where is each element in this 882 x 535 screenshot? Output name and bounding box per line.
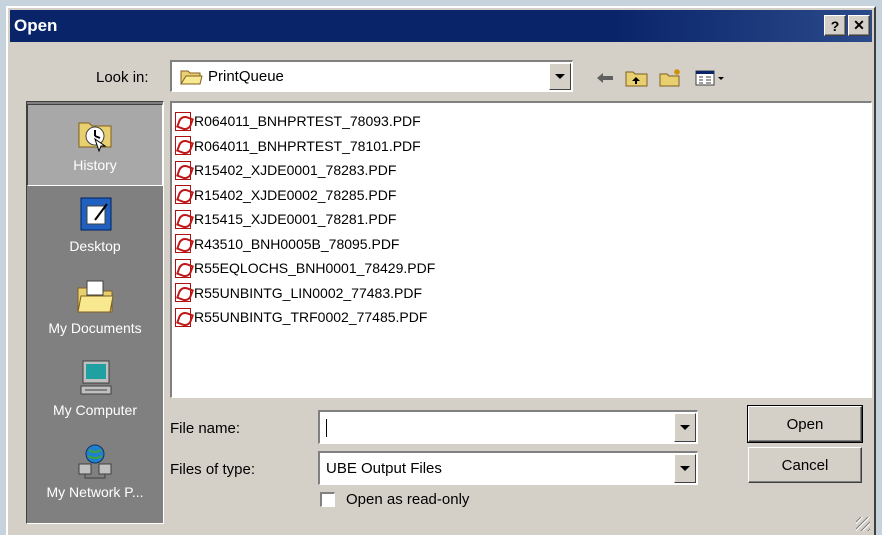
pdf-file-icon bbox=[175, 185, 191, 205]
file-item[interactable]: R15402_XJDE0002_78285.PDF bbox=[175, 183, 871, 208]
title-bar[interactable]: Open ? ✕ bbox=[10, 10, 872, 42]
pdf-file-icon bbox=[175, 258, 191, 278]
file-name-label: File name: bbox=[170, 420, 241, 437]
new-folder-icon bbox=[659, 69, 680, 87]
places-label-my-documents: My Documents bbox=[48, 320, 142, 336]
chevron-down-icon bbox=[680, 466, 690, 471]
file-item[interactable]: R43510_BNH0005B_78095.PDF bbox=[175, 232, 871, 257]
folder-icon bbox=[180, 70, 203, 84]
pdf-file-icon bbox=[175, 136, 191, 156]
places-label-my-computer: My Computer bbox=[52, 402, 138, 418]
file-name: R064011_BNHPRTEST_78093.PDF bbox=[194, 113, 421, 130]
file-item[interactable]: R15402_XJDE0001_78283.PDF bbox=[175, 158, 871, 183]
help-button[interactable]: ? bbox=[824, 15, 846, 36]
look-in-label: Look in: bbox=[96, 69, 149, 86]
file-item[interactable]: R55UNBINTG_LIN0002_77483.PDF bbox=[175, 281, 871, 306]
cancel-button[interactable]: Cancel bbox=[748, 447, 862, 483]
file-name-input[interactable] bbox=[318, 410, 698, 444]
up-one-level-button[interactable] bbox=[624, 68, 650, 88]
my-documents-icon bbox=[77, 280, 114, 313]
places-bar: History Desktop My Documents My Computer… bbox=[26, 101, 164, 524]
dialog-title: Open bbox=[14, 16, 58, 35]
file-item[interactable]: R55EQLOCHS_BNH0001_78429.PDF bbox=[175, 256, 871, 281]
file-name: R064011_BNHPRTEST_78101.PDF bbox=[194, 137, 421, 154]
my-computer-icon bbox=[80, 360, 112, 395]
pdf-file-icon bbox=[175, 209, 191, 229]
file-name: R55UNBINTG_TRF0002_77485.PDF bbox=[194, 309, 428, 326]
back-arrow-icon bbox=[597, 73, 613, 83]
chevron-down-icon bbox=[680, 425, 690, 430]
new-folder-button[interactable] bbox=[658, 68, 684, 88]
open-dialog: Open ? ✕ Look in: PrintQueue History Des… bbox=[6, 6, 876, 535]
file-list[interactable]: R064011_BNHPRTEST_78093.PDF R064011_BNHP… bbox=[170, 101, 872, 398]
read-only-checkbox[interactable] bbox=[320, 492, 335, 507]
file-item[interactable]: R55UNBINTG_TRF0002_77485.PDF bbox=[175, 305, 871, 330]
pdf-file-icon bbox=[175, 283, 191, 303]
chevron-down-icon bbox=[555, 74, 565, 79]
file-type-value: UBE Output Files bbox=[326, 460, 442, 477]
back-button[interactable] bbox=[594, 68, 616, 88]
places-item-my-network-places[interactable]: My Network P... bbox=[27, 432, 163, 514]
places-item-my-documents[interactable]: My Documents bbox=[27, 268, 163, 350]
file-name: R15402_XJDE0001_78283.PDF bbox=[194, 162, 397, 179]
file-name: R15415_XJDE0001_78281.PDF bbox=[194, 211, 397, 228]
history-icon bbox=[78, 122, 112, 153]
pdf-file-icon bbox=[175, 234, 191, 254]
file-type-label: Files of type: bbox=[170, 461, 256, 478]
file-item[interactable]: R064011_BNHPRTEST_78101.PDF bbox=[175, 134, 871, 159]
read-only-label: Open as read-only bbox=[346, 491, 470, 508]
view-menu-icon bbox=[695, 70, 724, 86]
places-label-my-network-places: My Network P... bbox=[46, 484, 144, 500]
my-network-places-icon bbox=[78, 444, 112, 479]
look-in-dropdown[interactable]: PrintQueue bbox=[170, 60, 573, 92]
open-button[interactable]: Open bbox=[747, 405, 863, 443]
close-button[interactable]: ✕ bbox=[848, 15, 870, 36]
file-name-dropdown-button[interactable] bbox=[674, 413, 696, 442]
places-item-my-computer[interactable]: My Computer bbox=[27, 350, 163, 432]
places-item-history[interactable]: History bbox=[27, 104, 163, 186]
file-name: R15402_XJDE0002_78285.PDF bbox=[194, 186, 397, 203]
pdf-file-icon bbox=[175, 111, 191, 131]
file-item[interactable]: R064011_BNHPRTEST_78093.PDF bbox=[175, 109, 871, 134]
view-menu-button[interactable] bbox=[694, 68, 728, 88]
file-type-dropdown[interactable]: UBE Output Files bbox=[318, 451, 698, 485]
file-name: R55UNBINTG_LIN0002_77483.PDF bbox=[194, 284, 423, 301]
file-name: R55EQLOCHS_BNH0001_78429.PDF bbox=[194, 260, 436, 277]
up-folder-icon bbox=[625, 71, 648, 87]
pdf-file-icon bbox=[175, 160, 191, 180]
places-item-desktop[interactable]: Desktop bbox=[27, 186, 163, 268]
resize-grip[interactable] bbox=[856, 517, 870, 531]
file-name: R43510_BNH0005B_78095.PDF bbox=[194, 235, 400, 252]
text-cursor bbox=[326, 418, 327, 437]
look-in-value: PrintQueue bbox=[208, 68, 284, 85]
desktop-icon bbox=[80, 197, 112, 231]
places-label-desktop: Desktop bbox=[69, 238, 121, 254]
file-item[interactable]: R15415_XJDE0001_78281.PDF bbox=[175, 207, 871, 232]
places-label-history: History bbox=[73, 157, 117, 173]
pdf-file-icon bbox=[175, 307, 191, 327]
file-type-dropdown-button[interactable] bbox=[674, 454, 696, 483]
look-in-dropdown-button[interactable] bbox=[549, 63, 571, 90]
